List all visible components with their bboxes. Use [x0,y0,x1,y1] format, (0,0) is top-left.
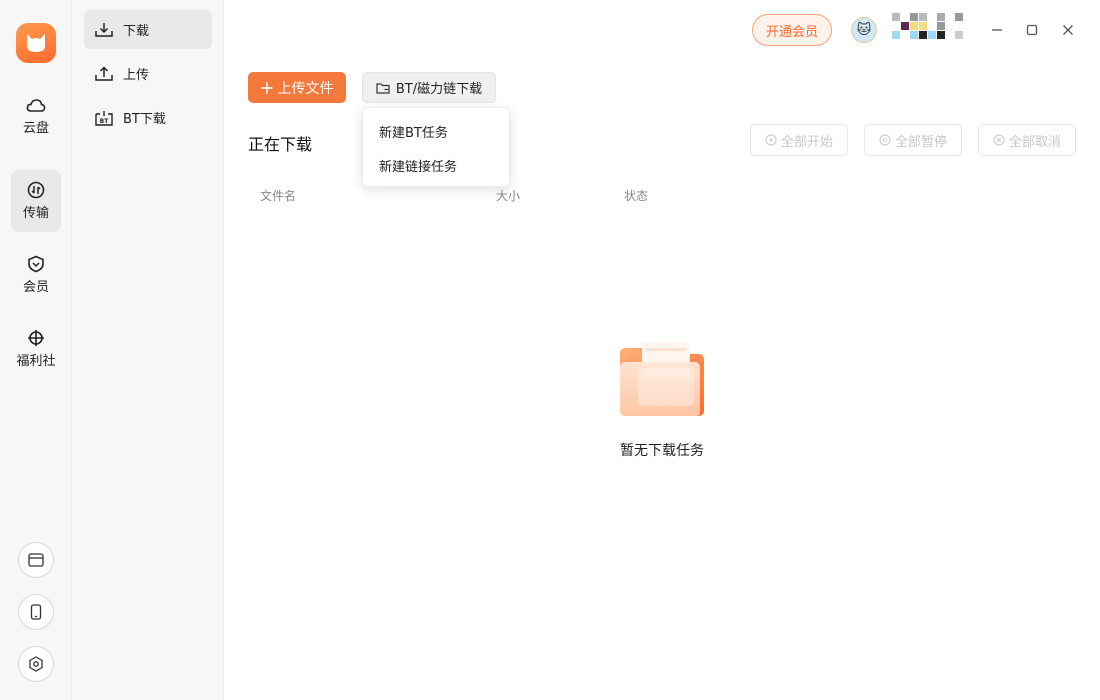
gift-icon [28,330,44,346]
cancel-all-button[interactable]: 全部取消 [978,124,1076,156]
bt-magnet-download-button[interactable]: BT/磁力链下载 [362,72,496,103]
rail-item-vip[interactable]: 会员 [11,244,61,306]
rail-item-label: 福利社 [16,354,56,369]
rail-item-label: 云盘 [22,121,49,136]
subnav-item-label: 下载 [123,24,150,39]
cloud-icon [26,99,46,112]
rail-item-label: 会员 [22,280,49,295]
minimize-button[interactable] [987,20,1007,40]
plus-icon [261,82,272,93]
pause-all-button[interactable]: 全部暂停 [864,124,962,156]
cat-logo-icon [27,34,45,52]
empty-folder-illustration [612,338,712,424]
left-rail: 云盘 传输 会员 福利社 [0,0,72,700]
rail-item-cloud[interactable]: 云盘 [11,86,61,148]
upload-file-button[interactable]: 上传文件 [248,72,346,103]
upload-file-label: 上传文件 [277,80,334,97]
download-icon [95,22,113,37]
column-header-status: 状态 [624,189,649,203]
rail-item-welfare[interactable]: 福利社 [11,318,61,380]
play-icon [765,134,777,146]
empty-state-text: 暂无下载任务 [620,443,704,459]
transfer-icon [27,181,45,199]
cancel-icon [993,134,1005,146]
menu-item-new-link-task[interactable]: 新建链接任务 [363,148,509,182]
page-title: 正在下载 [248,135,313,154]
settings-icon [29,656,43,672]
cancel-all-label: 全部取消 [1008,134,1061,150]
phone-button[interactable] [18,594,54,630]
settings-button[interactable] [18,646,54,682]
window-button[interactable] [18,542,54,578]
folder-link-icon [376,82,390,94]
start-all-label: 全部开始 [780,134,833,150]
avatar[interactable]: 🐱 [851,17,877,43]
bt-dropdown-menu: 新建BT任务 新建链接任务 [362,107,510,187]
minimize-icon [992,29,1002,31]
close-button[interactable] [1058,20,1078,40]
transfer-subnav: 下载 上传 BT BT下载 [72,0,224,700]
phone-icon [30,604,42,620]
pause-all-label: 全部暂停 [894,134,947,150]
bt-magnet-download-label: BT/磁力链下载 [395,82,483,97]
menu-item-new-bt-task[interactable]: 新建BT任务 [363,114,509,148]
rail-item-label: 传输 [22,206,49,221]
username-obscured[interactable] [892,13,963,41]
subnav-item-download[interactable]: 下载 [84,10,212,49]
close-icon [1063,25,1073,35]
column-header-filename: 文件名 [260,189,297,203]
upload-icon [95,65,113,81]
subnav-item-label: 上传 [123,68,150,83]
svg-text:BT: BT [100,118,110,125]
maximize-button[interactable] [1022,20,1042,40]
maximize-icon [1026,24,1038,36]
subnav-item-bt[interactable]: BT BT下载 [84,98,212,137]
bt-icon: BT [95,110,113,126]
window-icon [28,553,44,567]
start-all-button[interactable]: 全部开始 [750,124,848,156]
subnav-item-label: BT下载 [123,112,166,127]
column-header-size: 大小 [496,189,521,203]
vip-shield-icon [28,255,44,273]
open-vip-button[interactable]: 开通会员 [752,14,832,46]
pause-icon [879,134,891,146]
empty-folder-icon [620,342,704,416]
subnav-item-upload[interactable]: 上传 [84,54,212,93]
app-logo[interactable] [16,23,56,63]
rail-item-transfer[interactable]: 传输 [11,170,61,232]
